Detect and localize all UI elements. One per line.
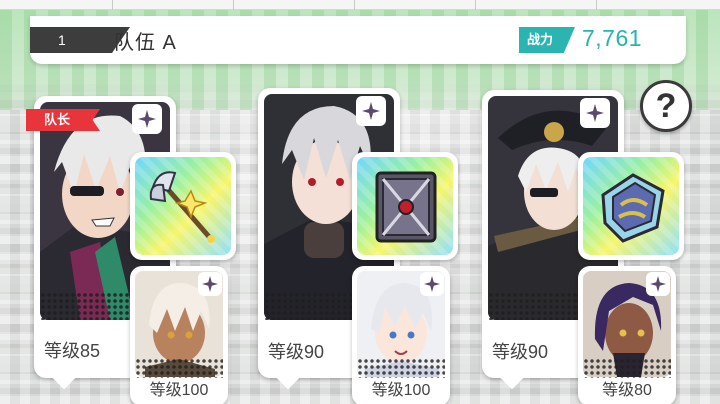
star-icon	[356, 96, 386, 126]
top-tab-strip	[0, 0, 720, 10]
help-button[interactable]: ?	[640, 80, 692, 132]
star-icon	[646, 272, 670, 296]
star-icon	[420, 272, 444, 296]
star-icon	[132, 104, 162, 134]
support-level: 等级80	[602, 382, 652, 399]
power-value: 7,761	[582, 25, 643, 51]
halberd-icon	[149, 171, 215, 243]
support-level: 等级100	[149, 382, 209, 399]
weapon-slot-1[interactable]	[130, 152, 236, 260]
hero-level: 等级90	[268, 342, 325, 362]
support-level: 等级100	[371, 382, 431, 399]
team-name: 队伍 A	[114, 32, 177, 54]
weapon-slot-2[interactable]	[352, 152, 458, 260]
star-icon	[198, 272, 222, 296]
star-icon	[580, 98, 610, 128]
hero-level: 等级85	[44, 341, 101, 361]
hero-level: 等级90	[492, 342, 549, 362]
tome-icon	[375, 171, 437, 243]
weapon-frame	[357, 157, 453, 255]
support-card-3[interactable]: 等级80	[578, 266, 676, 404]
weapon-frame	[135, 157, 231, 255]
team-header[interactable]: 1 队伍 A 战力 7,761	[30, 16, 686, 64]
dot-pattern	[583, 358, 671, 378]
gauntlet-icon	[601, 173, 665, 243]
dot-pattern	[135, 358, 223, 378]
dot-pattern	[357, 358, 445, 378]
weapon-frame	[583, 157, 679, 255]
power-label: 战力	[519, 27, 575, 53]
leader-tag: 队长	[26, 109, 100, 131]
support-card-2[interactable]: 等级100	[352, 266, 450, 404]
support-card-1[interactable]: 等级100	[130, 266, 228, 404]
weapon-slot-3[interactable]	[578, 152, 684, 260]
